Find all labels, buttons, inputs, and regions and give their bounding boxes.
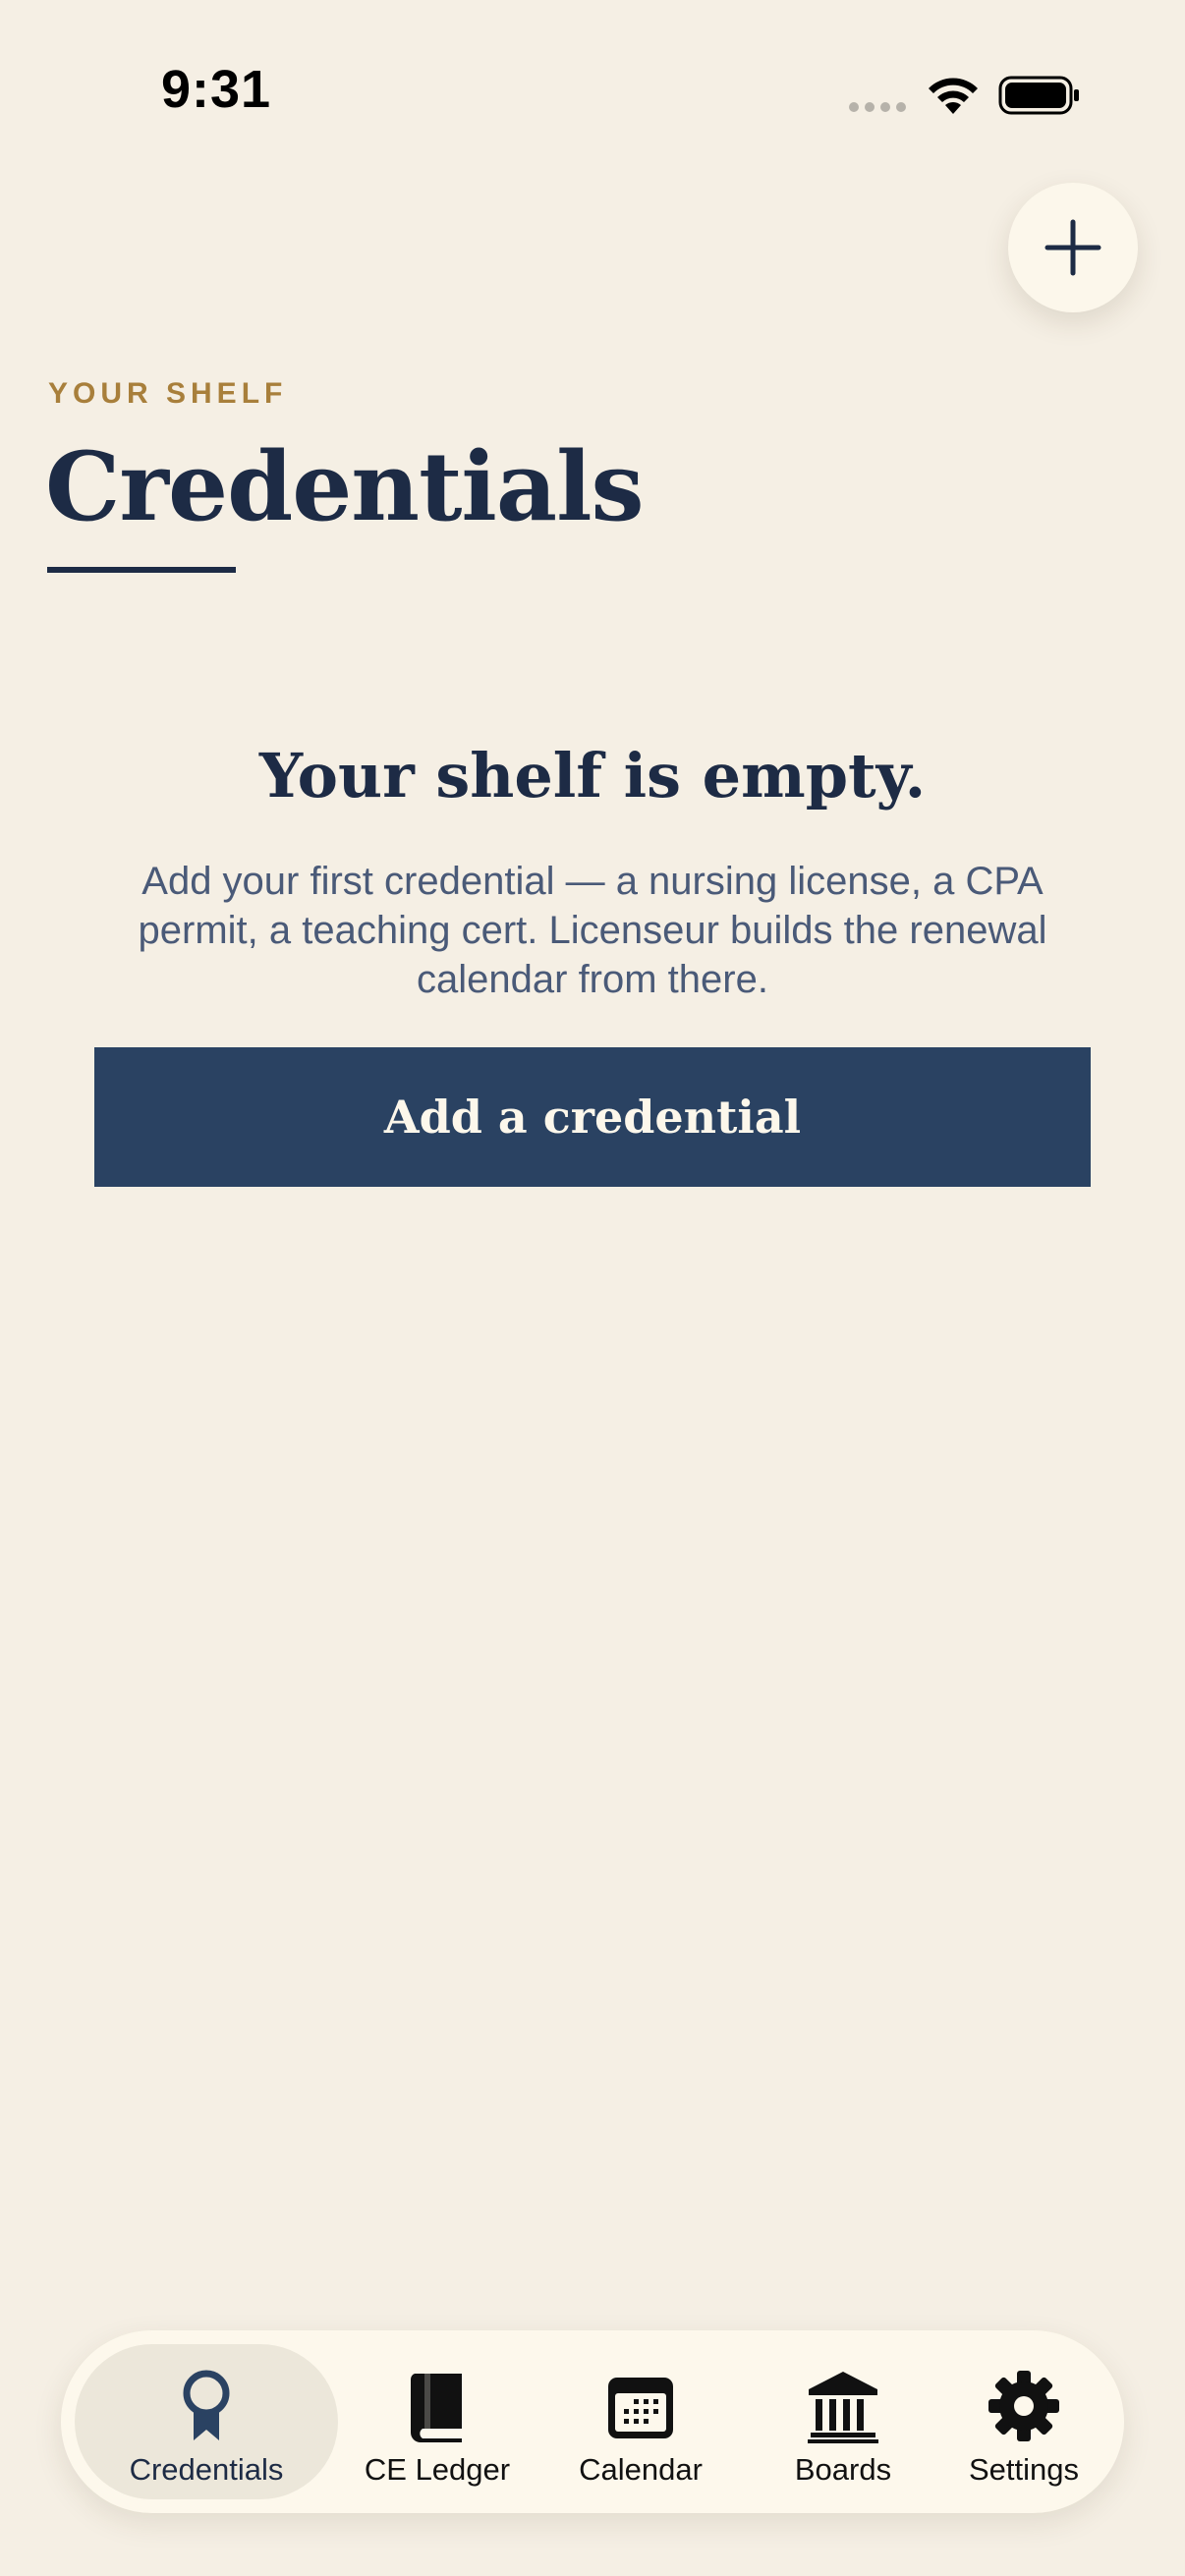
tab-label: Settings — [968, 2452, 1079, 2487]
empty-state-heading: Your shelf is empty. — [258, 740, 927, 812]
tab-settings[interactable]: Settings — [933, 2344, 1114, 2499]
tab-label: Boards — [794, 2452, 892, 2487]
award-ribbon-icon — [170, 2368, 243, 2444]
battery-icon — [998, 76, 1079, 115]
tab-ce-ledger[interactable]: CE Ledger — [346, 2344, 529, 2499]
empty-state-description: Add your first credential — a nursing li… — [138, 860, 1047, 1001]
add-credential-fab[interactable] — [1008, 183, 1138, 312]
tab-boards[interactable]: Boards — [755, 2344, 931, 2499]
calendar-icon — [604, 2368, 677, 2444]
gear-icon — [988, 2368, 1060, 2444]
wifi-icon — [929, 78, 978, 114]
bottom-tab-bar: Credentials CE Ledger Calendar Boards Se… — [61, 2330, 1124, 2513]
status-bar: 9:31 — [0, 0, 1185, 187]
page-title: Credentials — [45, 431, 645, 542]
tab-label: Credentials — [129, 2452, 284, 2487]
tab-credentials[interactable]: Credentials — [75, 2344, 338, 2499]
title-underline — [47, 567, 236, 573]
status-time: 9:31 — [160, 60, 272, 119]
tab-label: Calendar — [579, 2452, 703, 2487]
plus-icon — [1044, 219, 1101, 276]
add-credential-button[interactable]: Add a credential — [94, 1047, 1091, 1187]
section-eyebrow: YOUR SHELF — [48, 377, 288, 410]
tab-label: CE Ledger — [364, 2452, 511, 2487]
book-icon — [401, 2368, 474, 2444]
tab-calendar[interactable]: Calendar — [542, 2344, 739, 2499]
building-columns-icon — [807, 2368, 879, 2444]
cellular-signal-icon — [849, 102, 906, 112]
